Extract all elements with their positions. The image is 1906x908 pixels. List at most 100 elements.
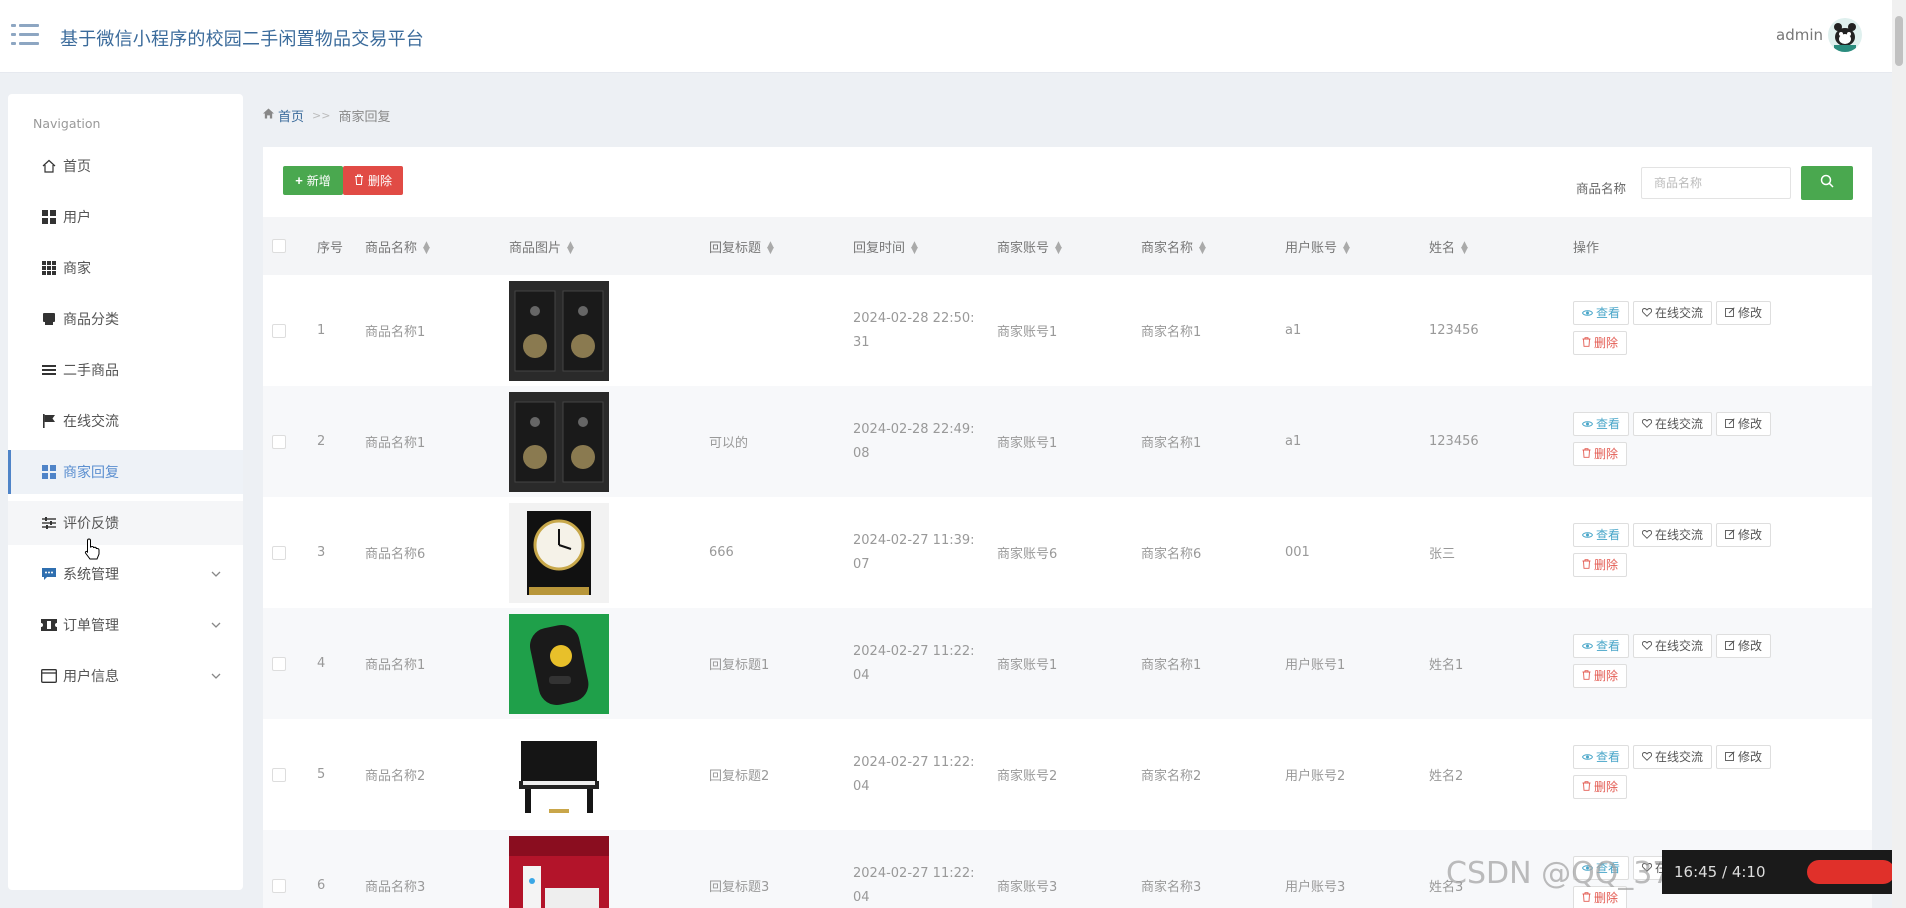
column-header[interactable]: 回复标题 ▲ ▼	[709, 217, 853, 275]
column-header[interactable]: 商家账号 ▲ ▼	[997, 217, 1141, 275]
product-name: 商品名称1	[365, 436, 426, 451]
sort-icon: ▲ ▼	[423, 240, 430, 256]
reply-title: 回复标题3	[709, 880, 770, 895]
chat-button[interactable]: 在线交流	[1633, 633, 1713, 658]
column-header[interactable]: 回复时间 ▲ ▼	[853, 217, 997, 275]
row-number: 6	[317, 878, 326, 893]
view-button[interactable]: 查看	[1573, 411, 1630, 436]
product-name: 商品名称6	[365, 547, 426, 562]
user-name: 123456	[1429, 434, 1479, 449]
sidebar-item-user-info[interactable]: 用户信息	[8, 654, 243, 698]
chat-button[interactable]: 在线交流	[1633, 522, 1713, 547]
reply-title: 回复标题1	[709, 658, 770, 673]
user-name: 姓名2	[1429, 769, 1464, 784]
merchant-name: 商家名称3	[1141, 880, 1202, 895]
row-checkbox[interactable]	[272, 656, 286, 671]
column-header[interactable]: 商品名称 ▲ ▼	[365, 217, 509, 275]
delete-button[interactable]: 删除	[1573, 441, 1628, 466]
merchant-name: 商家名称1	[1141, 325, 1202, 340]
row-actions: 查看 在线交流 修改 删除	[1573, 497, 1872, 608]
sort-icon: ▲ ▼	[911, 240, 918, 256]
reply-title: 可以的	[709, 436, 749, 451]
sidebar-item-merchant-reply[interactable]: 商家回复	[8, 450, 243, 494]
edit-button[interactable]: 修改	[1716, 522, 1772, 547]
sidebar-item-label: 在线交流	[63, 414, 119, 430]
sort-icon: ▲ ▼	[567, 240, 574, 256]
search-button[interactable]	[1801, 166, 1853, 200]
user-account: 用户账号3	[1285, 880, 1346, 895]
user-account: 用户账号2	[1285, 769, 1346, 784]
edit-button[interactable]: 修改	[1716, 633, 1772, 658]
avatar[interactable]	[1828, 18, 1862, 52]
breadcrumb-home[interactable]: 首页	[263, 106, 304, 125]
sidebar-item-products[interactable]: 二手商品	[8, 348, 243, 392]
edit-button[interactable]: 修改	[1716, 744, 1772, 769]
breadcrumb-separator: >>	[312, 109, 331, 122]
row-checkbox[interactable]	[272, 878, 286, 893]
merchant-account: 商家账号1	[997, 325, 1058, 340]
chat-button[interactable]: 在线交流	[1633, 411, 1713, 436]
add-button[interactable]: + 新增	[283, 166, 343, 195]
sidebar-item-chat[interactable]: 在线交流	[8, 399, 243, 443]
view-button[interactable]: 查看	[1573, 300, 1630, 325]
delete-button[interactable]: 删除	[1573, 330, 1628, 355]
column-header[interactable]: 姓名 ▲ ▼	[1429, 217, 1573, 275]
row-checkbox[interactable]	[272, 434, 286, 449]
merchant-name: 商家名称6	[1141, 547, 1202, 562]
sidebar: Navigation 首页 用户 商家 商品分类 二手商品 在线交流 商家回复 …	[8, 94, 243, 890]
column-header[interactable]: 商家名称 ▲ ▼	[1141, 217, 1285, 275]
edit-icon	[1725, 528, 1735, 542]
menu-toggle-icon[interactable]	[11, 24, 39, 46]
search-input[interactable]	[1641, 167, 1791, 199]
sidebar-item-feedback[interactable]: 评价反馈	[8, 501, 243, 545]
breadcrumb-home-label: 首页	[278, 110, 305, 125]
row-checkbox[interactable]	[272, 767, 286, 782]
clock-text: 16:45 / 4:10	[1674, 863, 1766, 881]
sidebar-item-users[interactable]: 用户	[8, 195, 243, 239]
select-all-checkbox[interactable]	[272, 239, 286, 253]
row-checkbox[interactable]	[272, 323, 286, 338]
sidebar-item-system[interactable]: 系统管理	[8, 552, 243, 596]
heart-icon	[1641, 417, 1653, 431]
edit-button[interactable]: 修改	[1716, 411, 1772, 436]
home-icon	[41, 158, 57, 174]
list-icon	[41, 362, 57, 378]
delete-button-label: 删除	[367, 174, 392, 188]
sidebar-item-label: 首页	[63, 159, 91, 175]
inbox-icon	[41, 311, 57, 327]
sidebar-item-label: 用户	[63, 210, 91, 226]
column-header[interactable]: 用户账号 ▲ ▼	[1285, 217, 1429, 275]
trash-icon	[1582, 558, 1591, 572]
grid-icon	[41, 464, 57, 480]
merchant-name: 商家名称1	[1141, 658, 1202, 673]
row-actions: 查看 在线交流 修改 删除	[1573, 719, 1872, 830]
delete-button[interactable]: 删除	[1573, 552, 1628, 577]
scrollbar-thumb[interactable]	[1895, 16, 1903, 66]
chat-button[interactable]: 在线交流	[1633, 744, 1713, 769]
sidebar-item-categories[interactable]: 商品分类	[8, 297, 243, 341]
edit-button[interactable]: 修改	[1716, 300, 1772, 325]
delete-button[interactable]: 删除	[1573, 774, 1628, 799]
chat-button[interactable]: 在线交流	[1633, 300, 1713, 325]
eye-icon	[1581, 306, 1594, 320]
delete-button[interactable]: 删除	[1573, 663, 1628, 688]
eye-icon	[1581, 750, 1594, 764]
merchant-account: 商家账号3	[997, 880, 1058, 895]
reply-title: 666	[709, 545, 734, 560]
batch-delete-button[interactable]: 删除	[343, 166, 403, 195]
sidebar-item-merchants[interactable]: 商家	[8, 246, 243, 290]
view-button[interactable]: 查看	[1573, 522, 1630, 547]
sidebar-item-label: 商家回复	[63, 465, 119, 481]
row-checkbox[interactable]	[272, 545, 286, 560]
view-button[interactable]: 查看	[1573, 744, 1630, 769]
row-actions: 查看 在线交流 修改 删除	[1573, 275, 1872, 386]
column-header[interactable]: 商品图片 ▲ ▼	[509, 217, 709, 275]
view-button[interactable]: 查看	[1573, 633, 1630, 658]
sidebar-item-orders[interactable]: 订单管理	[8, 603, 243, 647]
sidebar-item-home[interactable]: 首页	[8, 144, 243, 188]
reply-time: 2024-02-27 11:22: 04	[853, 643, 975, 683]
vertical-scrollbar[interactable]	[1892, 0, 1906, 908]
user-name[interactable]: admin	[1776, 26, 1823, 44]
sidebar-item-label: 用户信息	[63, 669, 119, 685]
product-image	[509, 608, 709, 719]
